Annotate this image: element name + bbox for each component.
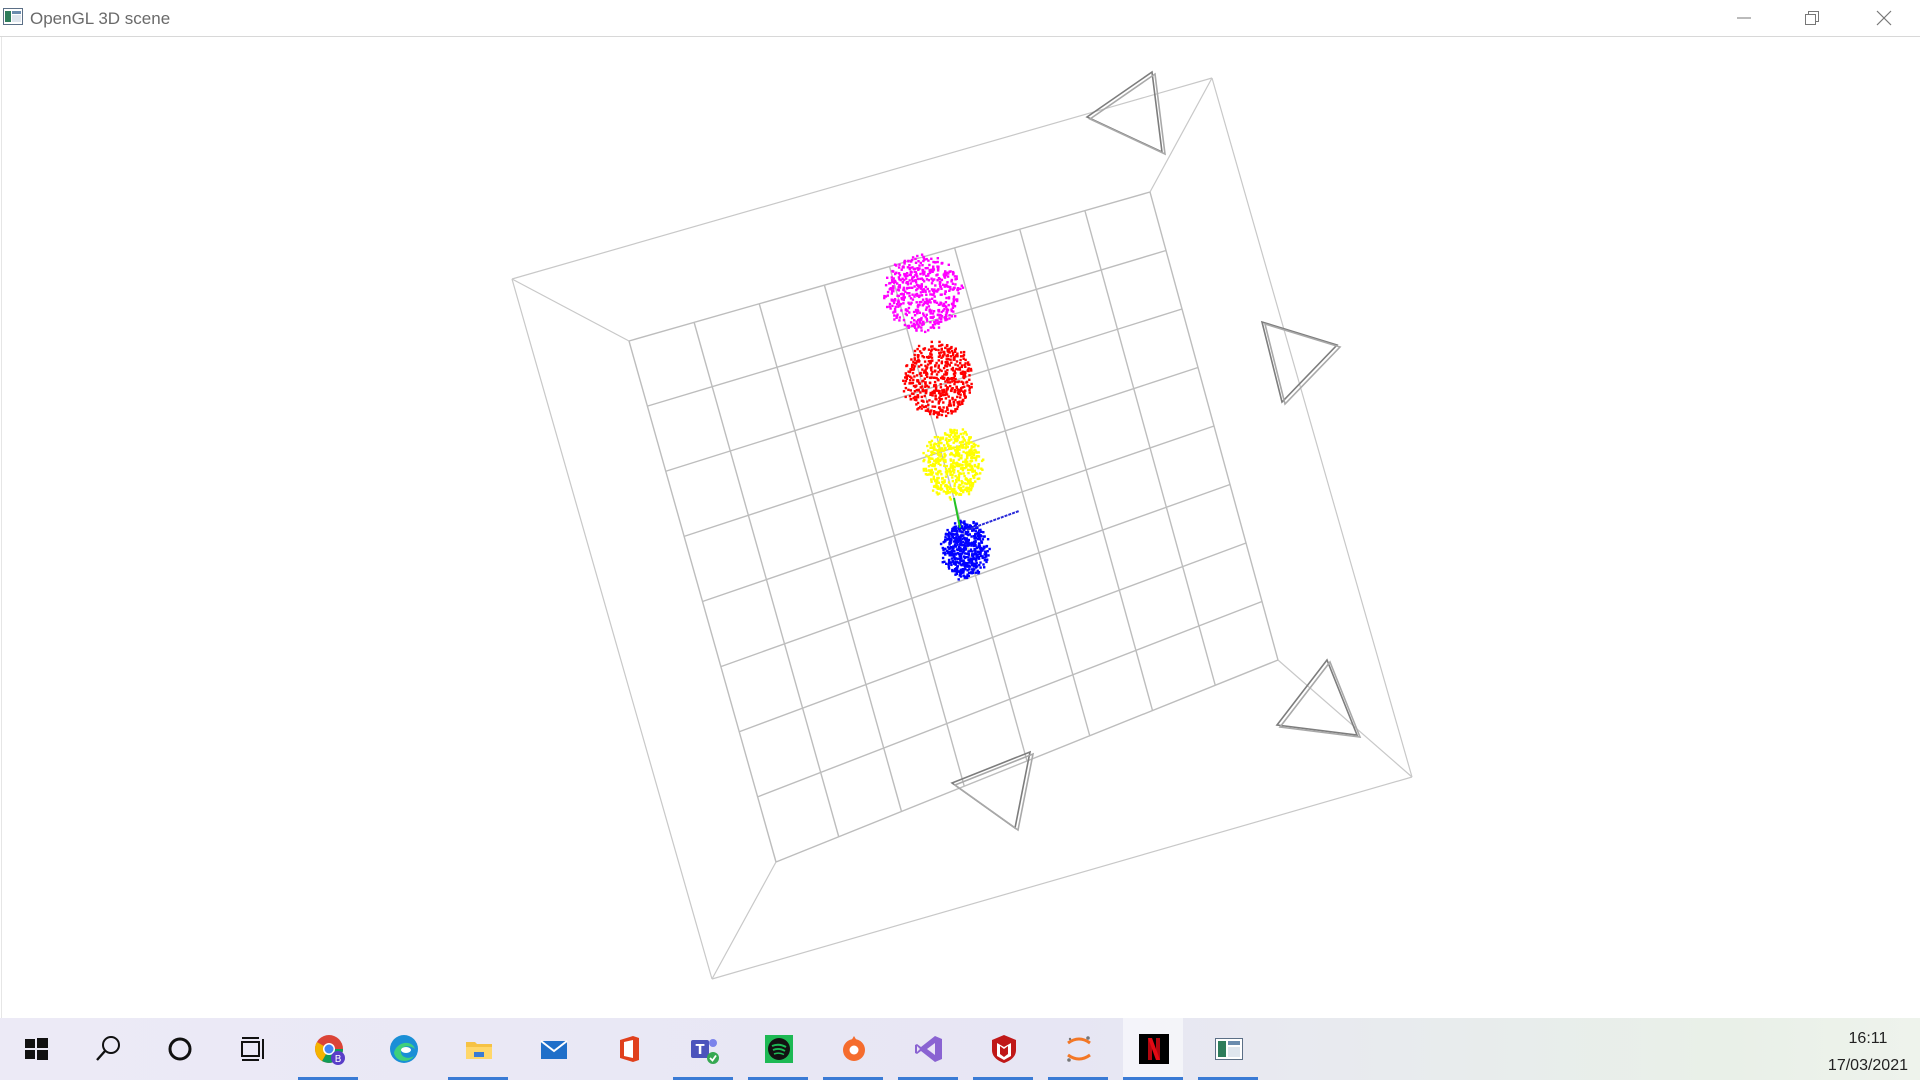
chrome-icon: B — [315, 1035, 345, 1065]
folder-icon — [466, 1042, 492, 1059]
teams-icon: T — [691, 1039, 719, 1064]
camera-frustum — [950, 750, 1032, 830]
grid-line — [1149, 191, 1279, 661]
close-icon — [1876, 10, 1892, 26]
visual-studio-taskbar-item[interactable] — [898, 1018, 958, 1080]
restore-button[interactable] — [1778, 0, 1846, 36]
jupyter-icon — [1067, 1036, 1091, 1062]
close-button[interactable] — [1850, 0, 1918, 36]
camera-frustums — [950, 70, 1362, 832]
app-window-icon — [1215, 1038, 1243, 1060]
x-axis-line — [966, 510, 1020, 531]
scene-canvas[interactable] — [2, 37, 1920, 1018]
title-bar: OpenGL 3D scene — [0, 0, 1920, 37]
point-clouds — [883, 253, 1020, 581]
file-explorer-taskbar-item[interactable] — [448, 1018, 508, 1080]
start-button[interactable] — [5, 1018, 65, 1080]
opengl-viewport[interactable] — [1, 37, 1920, 1018]
spotify-icon — [765, 1035, 793, 1063]
taskbar: B T 16:11 17/03/2021 — [0, 1018, 1920, 1080]
clock-date: 17/03/2021 — [1827, 1057, 1908, 1074]
edge-taskbar-item[interactable] — [373, 1018, 433, 1080]
origin-taskbar-item[interactable] — [823, 1018, 883, 1080]
grid-line — [1019, 229, 1154, 711]
yellow-cloud — [922, 428, 985, 501]
mcafee-icon — [992, 1035, 1016, 1063]
cortana-circle-icon — [168, 1037, 192, 1061]
camera-frustum-edge — [1263, 322, 1342, 406]
teams-taskbar-item[interactable]: T — [673, 1018, 733, 1080]
cortana-button[interactable] — [149, 1018, 209, 1080]
origin-icon — [843, 1036, 865, 1061]
edge-icon — [390, 1035, 418, 1063]
svg-text:T: T — [696, 1043, 705, 1058]
system-clock[interactable]: 16:11 17/03/2021 — [1828, 1025, 1908, 1079]
svg-text:B: B — [335, 1054, 342, 1065]
jupyter-taskbar-item[interactable] — [1048, 1018, 1108, 1080]
mail-taskbar-item[interactable] — [523, 1018, 583, 1080]
grid-line — [720, 483, 1231, 668]
visual-studio-icon — [915, 1036, 942, 1062]
restore-icon — [1805, 11, 1819, 25]
minimize-icon — [1737, 17, 1751, 19]
box-edge — [511, 278, 630, 342]
task-view-button[interactable] — [222, 1018, 282, 1080]
camera-frustum — [1085, 70, 1163, 154]
box-edge — [511, 278, 713, 980]
netflix-icon — [1139, 1034, 1169, 1064]
mail-icon — [540, 1040, 568, 1059]
chrome-taskbar-item[interactable]: B — [298, 1018, 358, 1080]
opengl-app-taskbar-item[interactable] — [1198, 1018, 1258, 1080]
camera-frustum-edge — [1278, 660, 1362, 738]
window-title: OpenGL 3D scene — [30, 9, 171, 28]
magenta-cloud — [883, 253, 965, 334]
office-icon — [620, 1036, 639, 1062]
netflix-taskbar-item[interactable] — [1123, 1018, 1183, 1080]
box-edge — [711, 776, 1413, 980]
clock-time: 16:11 — [1848, 1030, 1888, 1047]
app-window-icon — [3, 8, 23, 25]
box-edge — [711, 861, 777, 980]
minimize-button[interactable] — [1710, 0, 1778, 36]
blue-cloud — [939, 519, 991, 581]
spotify-taskbar-item[interactable] — [748, 1018, 808, 1080]
box-edge — [1277, 659, 1413, 778]
search-icon — [96, 1036, 120, 1061]
mcafee-taskbar-item[interactable] — [973, 1018, 1033, 1080]
windows-logo-icon — [25, 1038, 48, 1060]
office-taskbar-item[interactable] — [598, 1018, 658, 1080]
grid-line — [1084, 210, 1216, 686]
grid-line — [953, 247, 1091, 736]
task-view-icon — [241, 1037, 264, 1061]
box-edge — [1211, 77, 1413, 778]
search-button[interactable] — [77, 1018, 137, 1080]
axes-gizmo — [953, 497, 1020, 531]
